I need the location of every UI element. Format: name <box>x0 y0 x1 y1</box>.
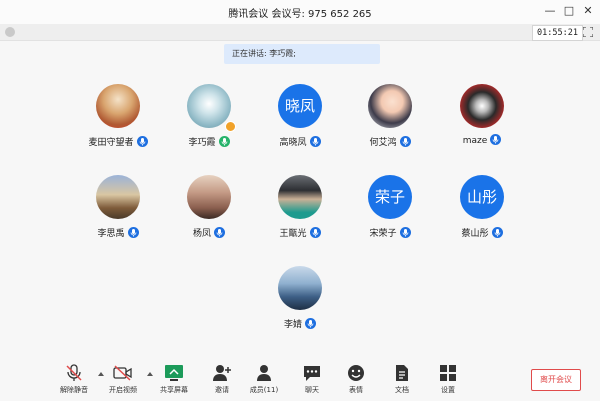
participant-tile[interactable]: 李巧霞 <box>164 84 254 176</box>
chat-label: 聊天 <box>305 386 319 394</box>
participant-avatar <box>368 84 412 128</box>
participant-name: 王甑光 <box>279 229 307 239</box>
participant-name-line: 蔡山彤 <box>437 226 527 239</box>
share-screen-label: 共享屏幕 <box>160 386 188 394</box>
members-label: 成员(11) <box>249 386 279 394</box>
participant-name: 李巧霞 <box>188 138 216 148</box>
video-off-icon <box>113 365 132 381</box>
reactions-label: 表情 <box>349 386 363 394</box>
participant-name-line: 李婧 <box>255 317 345 330</box>
minimize-button[interactable]: — <box>543 3 557 19</box>
participant-tile[interactable]: 麦田守望者 <box>73 84 163 176</box>
meeting-timer: 01:55:21 <box>532 25 583 41</box>
start-video-button[interactable]: 开启视频 <box>101 364 145 395</box>
participant-name: 杨凤 <box>192 229 211 239</box>
participant-avatar <box>96 175 140 219</box>
participant-tile[interactable]: 李思禹 <box>73 175 163 267</box>
mic-icon <box>136 136 148 147</box>
participant-tile[interactable]: 杨凤 <box>164 175 254 267</box>
documents-label: 文档 <box>395 386 409 394</box>
participant-name-line: 麦田守望者 <box>73 135 163 148</box>
members-button[interactable]: 成员(11) <box>242 364 286 395</box>
settings-icon <box>440 365 456 381</box>
participant-name: maze <box>462 136 488 146</box>
speaking-banner: 正在讲话: 李巧霞; <box>224 44 380 64</box>
fullscreen-icon[interactable] <box>583 27 593 37</box>
mic-icon <box>490 134 502 145</box>
participant-name-line: 李巧霞 <box>164 135 254 148</box>
documents-button[interactable]: 文档 <box>380 364 424 395</box>
participant-tile[interactable]: 王甑光 <box>255 175 345 267</box>
participant-name: 李思禹 <box>97 229 125 239</box>
participant-name: 宋荣子 <box>369 229 397 239</box>
mic-icon <box>491 227 503 238</box>
title-bar: 腾讯会议 会议号: 975 652 265 — □ ✕ <box>0 0 600 24</box>
members-icon <box>257 365 271 381</box>
maximize-button[interactable]: □ <box>562 3 576 19</box>
mic-muted-icon <box>66 364 82 381</box>
invite-button[interactable]: 邀请 <box>200 364 244 395</box>
chat-icon <box>304 366 320 381</box>
participant-name-line: 李思禹 <box>73 226 163 239</box>
participant-name-line: 高晓凤 <box>255 135 345 148</box>
participant-name: 何艾鸿 <box>369 138 397 148</box>
participant-avatar <box>278 175 322 219</box>
participant-avatar <box>187 84 231 128</box>
participant-name: 高晓凤 <box>279 138 307 148</box>
settings-label: 设置 <box>441 386 455 394</box>
participant-avatar: 荣子 <box>368 175 412 219</box>
chat-button[interactable]: 聊天 <box>290 364 334 395</box>
participant-avatar <box>96 84 140 128</box>
participant-avatar <box>278 266 322 310</box>
security-shield-icon[interactable] <box>5 27 15 37</box>
participant-tile[interactable]: 何艾鸿 <box>345 84 435 176</box>
invite-label: 邀请 <box>215 386 229 394</box>
participant-tile[interactable]: 晓凤 高晓凤 <box>255 84 345 176</box>
document-icon <box>396 365 408 381</box>
invite-icon <box>213 365 231 381</box>
participant-avatar: 山彤 <box>460 175 504 219</box>
mic-icon <box>399 227 411 238</box>
participant-name-line: maze <box>437 134 527 146</box>
share-screen-icon <box>165 365 183 381</box>
participant-name-line: 王甑光 <box>255 226 345 239</box>
participant-name: 麦田守望者 <box>88 138 134 148</box>
participant-name-line: 宋荣子 <box>345 226 435 239</box>
close-button[interactable]: ✕ <box>581 3 595 19</box>
emoji-icon <box>348 365 364 381</box>
mic-icon <box>214 227 225 238</box>
info-bar: 01:55:21 <box>0 24 600 41</box>
mic-icon <box>309 227 321 238</box>
share-screen-button[interactable]: 共享屏幕 <box>152 364 196 395</box>
mic-icon <box>127 227 139 238</box>
host-badge-icon <box>225 121 236 132</box>
leave-meeting-button[interactable]: 离开会议 <box>531 369 581 391</box>
participant-tile[interactable]: 李婧 <box>255 266 345 358</box>
mic-icon <box>399 136 411 147</box>
participant-avatar <box>187 175 231 219</box>
unmute-label: 解除静音 <box>60 386 88 394</box>
start-video-label: 开启视频 <box>109 386 137 394</box>
reactions-button[interactable]: 表情 <box>334 364 378 395</box>
participant-name: 李婧 <box>283 320 302 330</box>
participant-tile[interactable]: 山彤 蔡山彤 <box>437 175 527 267</box>
participant-tile[interactable]: 荣子 宋荣子 <box>345 175 435 267</box>
mic-icon <box>309 136 321 147</box>
participant-name: 蔡山彤 <box>461 229 489 239</box>
participant-avatar <box>460 84 504 128</box>
mic-icon <box>305 318 316 329</box>
settings-button[interactable]: 设置 <box>426 364 470 395</box>
mic-active-icon <box>218 136 230 147</box>
participant-tile[interactable]: maze <box>437 84 527 176</box>
bottom-toolbar: 解除静音 开启视频 共享屏幕 邀请 成员(11) 聊天 表情 文档 设置 <box>0 358 600 401</box>
participant-avatar: 晓凤 <box>278 84 322 128</box>
participant-name-line: 杨凤 <box>164 226 254 239</box>
window-title: 腾讯会议 会议号: 975 652 265 <box>228 9 372 20</box>
participant-name-line: 何艾鸿 <box>345 135 435 148</box>
unmute-button[interactable]: 解除静音 <box>52 364 96 395</box>
